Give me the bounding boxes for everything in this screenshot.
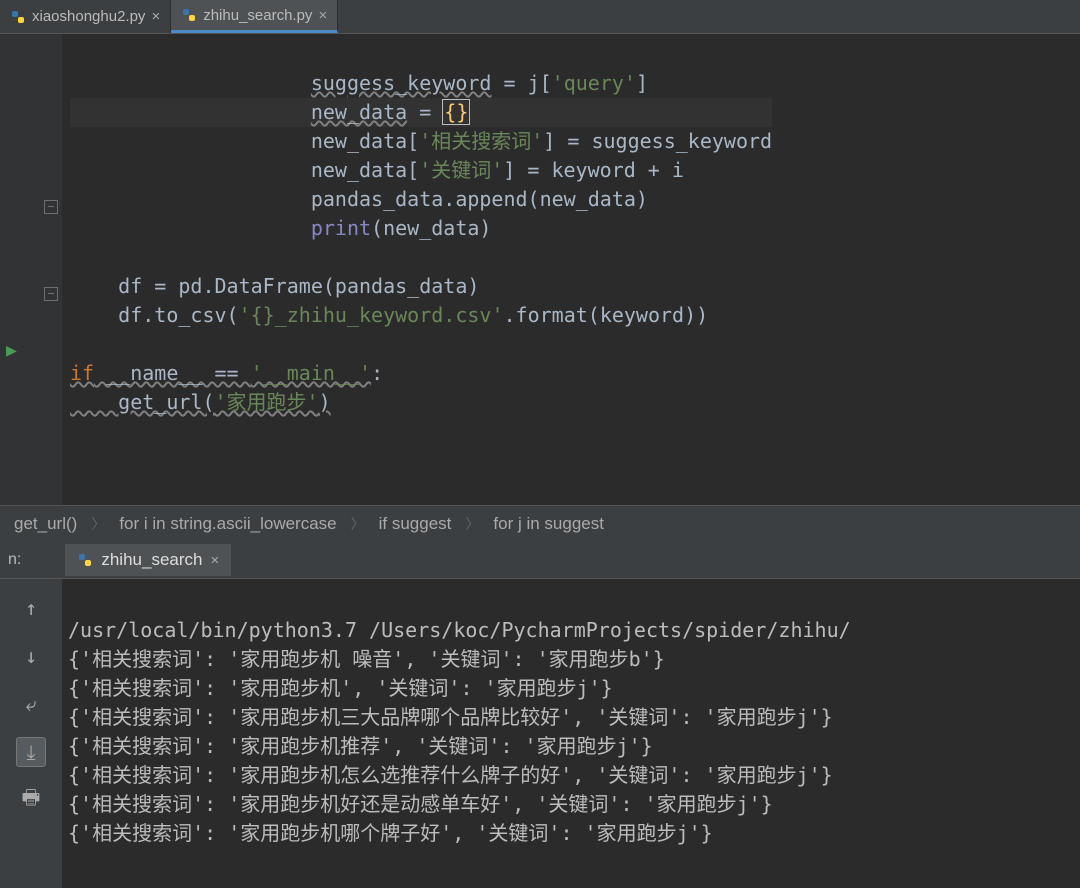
- console-line: {'相关搜索词': '家用跑步机怎么选推荐什么牌子的好', '关键词': '家用…: [68, 763, 833, 787]
- console-output[interactable]: /usr/local/bin/python3.7 /Users/koc/Pych…: [62, 579, 1080, 888]
- fold-marker-icon[interactable]: –: [44, 200, 58, 214]
- scroll-down-icon[interactable]: ↓: [16, 641, 46, 671]
- console-line: /usr/local/bin/python3.7 /Users/koc/Pych…: [68, 618, 851, 642]
- soft-wrap-icon[interactable]: ⤶: [16, 689, 46, 719]
- close-icon[interactable]: ×: [210, 552, 219, 569]
- code-line: suggess_keyword = j['query']: [70, 71, 648, 95]
- console-line: {'相关搜索词': '家用跑步机', '关键词': '家用跑步j'}: [68, 676, 613, 700]
- close-icon[interactable]: ×: [318, 7, 327, 24]
- run-config-tab[interactable]: zhihu_search ×: [65, 544, 231, 576]
- console-line: {'相关搜索词': '家用跑步机哪个牌子好', '关键词': '家用跑步j'}: [68, 821, 713, 845]
- code-line: new_data['关键词'] = keyword + i: [70, 158, 684, 182]
- tab-label: zhihu_search.py: [203, 7, 312, 24]
- breadcrumb: get_url() 〉 for i in string.ascii_lowerc…: [0, 505, 1080, 542]
- editor-area: – – ▶ suggess_keyword = j['query'] new_d…: [0, 34, 1080, 505]
- python-file-icon: [77, 552, 93, 568]
- scroll-up-icon[interactable]: ↑: [16, 593, 46, 623]
- chevron-right-icon: 〉: [91, 514, 105, 534]
- tab-label: xiaoshonghu2.py: [32, 8, 145, 25]
- editor-tab-bar: xiaoshonghu2.py × zhihu_search.py ×: [0, 0, 1080, 34]
- code-line-current: new_data = {}: [70, 98, 772, 127]
- run-panel-label: n:: [8, 551, 21, 569]
- tab-xiaoshonghu2[interactable]: xiaoshonghu2.py ×: [0, 0, 171, 33]
- run-tab-label: zhihu_search: [101, 550, 202, 570]
- breadcrumb-item[interactable]: for i in string.ascii_lowercase: [119, 514, 336, 534]
- editor-gutter[interactable]: – – ▶: [0, 34, 62, 505]
- code-line: [70, 245, 82, 269]
- run-gutter-icon[interactable]: ▶: [6, 340, 17, 361]
- run-tool-window: ↑ ↓ ⤶ ⤓ 🖶 /usr/local/bin/python3.7 /User…: [0, 578, 1080, 888]
- code-line: print(new_data): [70, 216, 491, 240]
- code-line: [70, 332, 82, 356]
- print-icon[interactable]: 🖶: [16, 785, 46, 815]
- fold-marker-icon[interactable]: –: [44, 287, 58, 301]
- code-editor[interactable]: suggess_keyword = j['query'] new_data = …: [62, 34, 772, 505]
- code-line: df.to_csv('{}_zhihu_keyword.csv'.format(…: [70, 303, 708, 327]
- run-toolbar: ↑ ↓ ⤶ ⤓ 🖶: [0, 579, 62, 888]
- code-line: df = pd.DataFrame(pandas_data): [70, 274, 479, 298]
- console-line: {'相关搜索词': '家用跑步机推荐', '关键词': '家用跑步j'}: [68, 734, 653, 758]
- python-file-icon: [10, 9, 26, 25]
- breadcrumb-item[interactable]: for j in suggest: [493, 514, 604, 534]
- code-line: if __name__ == '__main__':: [70, 361, 383, 385]
- code-line: new_data['相关搜索词'] = suggess_keyword: [70, 129, 772, 153]
- console-line: {'相关搜索词': '家用跑步机 噪音', '关键词': '家用跑步b'}: [68, 647, 665, 671]
- code-line: get_url('家用跑步'): [70, 390, 331, 414]
- python-file-icon: [181, 7, 197, 23]
- breadcrumb-item[interactable]: if suggest: [379, 514, 452, 534]
- run-tab-bar: n: zhihu_search ×: [0, 542, 1080, 578]
- chevron-right-icon: 〉: [465, 514, 479, 534]
- code-line: pandas_data.append(new_data): [70, 187, 648, 211]
- scroll-to-end-icon[interactable]: ⤓: [16, 737, 46, 767]
- chevron-right-icon: 〉: [351, 514, 365, 534]
- tab-zhihu-search[interactable]: zhihu_search.py ×: [171, 0, 338, 33]
- console-line: {'相关搜索词': '家用跑步机三大品牌哪个品牌比较好', '关键词': '家用…: [68, 705, 833, 729]
- close-icon[interactable]: ×: [151, 8, 160, 25]
- breadcrumb-item[interactable]: get_url(): [14, 514, 77, 534]
- console-line: {'相关搜索词': '家用跑步机好还是动感单车好', '关键词': '家用跑步j…: [68, 792, 773, 816]
